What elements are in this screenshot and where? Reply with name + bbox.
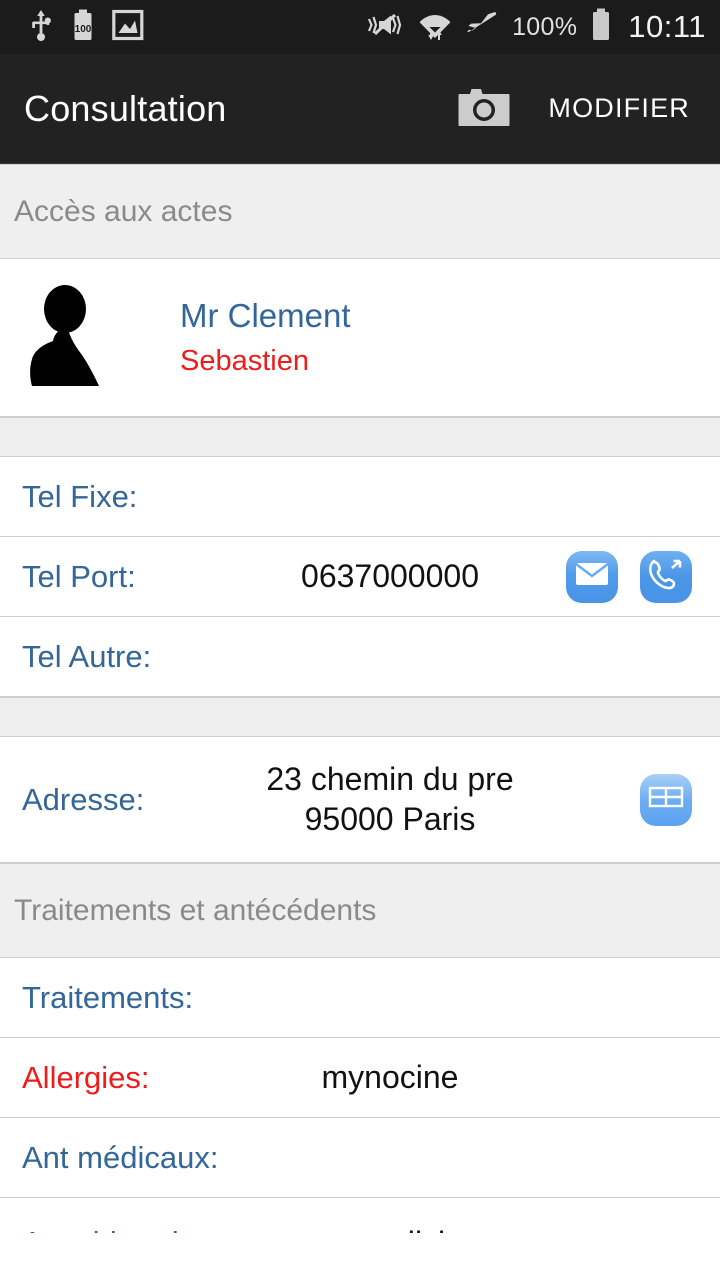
patient-row[interactable]: Mr Clement Sebastien [0, 259, 720, 417]
allergies-value: mynocine [321, 1059, 459, 1095]
tel-fixe-label: Tel Fixe: [22, 478, 138, 514]
app-bar: Consultation MODIFIER [0, 54, 720, 164]
section-header-traitements-label: Traitements et antécédents [14, 893, 377, 927]
adresse-line-2: 95000 Paris [304, 800, 476, 837]
call-icon [647, 557, 685, 596]
tel-port-label: Tel Port: [22, 558, 136, 594]
allergies-label: Allergies: [22, 1059, 150, 1095]
ant-chirurgicaux-value: appendicite [240, 1225, 540, 1233]
adresse-value: 23 chemin du pre 95000 Paris [240, 760, 540, 838]
ant-chirurgicaux-label: Ant chirurgicaux: [14, 1225, 253, 1233]
edit-button[interactable]: MODIFIER [548, 93, 690, 124]
status-bar-left-icons: 100 [14, 8, 144, 47]
status-bar-clock: 10:11 [628, 9, 706, 44]
patient-firstname: Sebastien [180, 345, 309, 377]
adresse-line-1: 23 chemin du pre [266, 761, 514, 798]
camera-icon [457, 84, 511, 133]
person-silhouette-icon [21, 283, 125, 392]
content-scroll[interactable]: Accès aux actes Mr Clement Sebastien Tel… [0, 164, 720, 1233]
sms-button[interactable] [566, 550, 618, 603]
svg-text:100: 100 [75, 24, 92, 35]
section-header-traitements: Traitements et antécédents [0, 863, 720, 958]
battery-icon [590, 8, 612, 47]
airplane-mode-icon [465, 10, 499, 45]
sms-icon [575, 561, 609, 592]
row-ant-medicaux[interactable]: Ant médicaux: [0, 1118, 720, 1198]
adresse-label: Adresse: [22, 781, 145, 817]
image-icon [112, 9, 144, 46]
page-title: Consultation [24, 87, 227, 129]
battery-100-icon: 100 [72, 9, 94, 46]
app-bar-actions: MODIFIER [456, 86, 696, 132]
map-button[interactable] [640, 773, 692, 826]
row-adresse[interactable]: Adresse: 23 chemin du pre 95000 Paris [0, 737, 720, 863]
camera-button[interactable] [456, 86, 512, 132]
tel-autre-label: Tel Autre: [22, 638, 152, 674]
row-ant-chirurgicaux[interactable]: Ant chirurgicaux: appendicite [0, 1198, 720, 1233]
row-allergies[interactable]: Allergies: mynocine [0, 1038, 720, 1118]
call-button[interactable] [640, 550, 692, 603]
status-bar: 100 100% 10:11 [0, 0, 720, 54]
adresse-actions [640, 773, 706, 826]
vibrate-mute-icon [365, 9, 405, 46]
tel-port-value: 0637000000 [301, 558, 479, 594]
row-tel-fixe[interactable]: Tel Fixe: [0, 457, 720, 537]
wifi-transfer-icon [418, 8, 452, 47]
usb-icon [28, 8, 54, 47]
patient-name: Mr Clement [180, 297, 351, 334]
avatar [14, 283, 132, 393]
section-header-actes-label: Accès aux actes [14, 194, 233, 228]
patient-texts: Mr Clement Sebastien [180, 297, 351, 378]
section-header-actes: Accès aux actes [0, 164, 720, 259]
status-bar-right-icons: 100% 10:11 [365, 8, 706, 47]
battery-percent-label: 100% [512, 12, 578, 41]
row-tel-port[interactable]: Tel Port: 0637000000 [0, 537, 720, 617]
traitements-label: Traitements: [22, 979, 194, 1015]
row-tel-autre[interactable]: Tel Autre: [0, 617, 720, 697]
tel-port-actions [566, 550, 706, 603]
spacer-band-adresse [0, 697, 720, 737]
spacer-band-contact [0, 417, 720, 457]
map-icon [648, 783, 684, 816]
ant-medicaux-label: Ant médicaux: [22, 1139, 219, 1175]
row-traitements[interactable]: Traitements: [0, 958, 720, 1038]
